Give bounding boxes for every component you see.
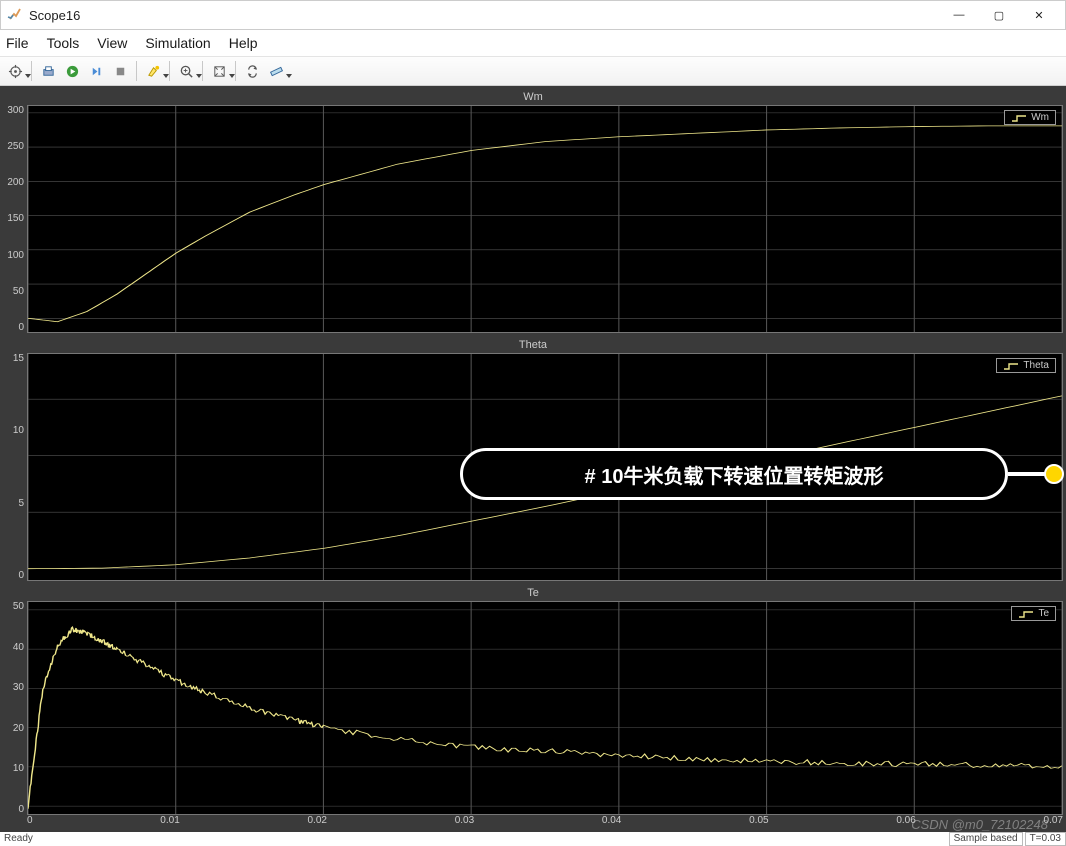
settings-button[interactable] <box>4 60 26 82</box>
sync-button[interactable] <box>241 60 263 82</box>
toolbar <box>0 56 1066 86</box>
annotation-connector <box>1008 472 1048 476</box>
annotation-bubble: # 10牛米负载下转速位置转矩波形 <box>460 448 1008 500</box>
matlab-logo-icon <box>7 7 23 23</box>
chart-title: Theta <box>3 337 1063 353</box>
status-time: T=0.03 <box>1025 832 1066 846</box>
menubar: File Tools View Simulation Help <box>0 30 1066 56</box>
axes[interactable]: Te <box>27 601 1063 815</box>
y-axis-labels: 151050 <box>3 353 27 581</box>
highlight-button[interactable] <box>142 60 164 82</box>
x-axis-labels: 00.010.020.030.040.050.060.07 <box>3 815 1063 829</box>
axes[interactable]: Wm <box>27 105 1063 333</box>
close-button[interactable]: ✕ <box>1019 1 1059 29</box>
y-axis-labels: 50403020100 <box>3 601 27 815</box>
window-title: Scope16 <box>29 8 939 23</box>
minimize-button[interactable]: — <box>939 1 979 29</box>
menu-simulation[interactable]: Simulation <box>145 35 210 51</box>
step-button[interactable] <box>85 60 107 82</box>
legend: Te <box>1011 606 1056 621</box>
run-button[interactable] <box>61 60 83 82</box>
watermark: CSDN @m0_72102248 <box>911 817 1048 832</box>
chart-panel-te: Te50403020100Te00.010.020.030.040.050.06… <box>3 585 1063 829</box>
print-button[interactable] <box>37 60 59 82</box>
legend: Theta <box>996 358 1056 373</box>
status-bar: Ready Sample based T=0.03 <box>0 831 1066 846</box>
menu-tools[interactable]: Tools <box>47 35 80 51</box>
titlebar: Scope16 — ▢ ✕ <box>0 0 1066 30</box>
menu-file[interactable]: File <box>6 35 29 51</box>
status-ready: Ready <box>0 833 947 844</box>
stop-button[interactable] <box>109 60 131 82</box>
chart-panel-wm: Wm300250200150100500Wm <box>3 89 1063 333</box>
measure-button[interactable] <box>265 60 287 82</box>
y-axis-labels: 300250200150100500 <box>3 105 27 333</box>
menu-view[interactable]: View <box>97 35 127 51</box>
chart-title: Wm <box>3 89 1063 105</box>
chart-title: Te <box>3 585 1063 601</box>
maximize-button[interactable]: ▢ <box>979 1 1019 29</box>
legend: Wm <box>1004 110 1056 125</box>
annotation-text: # 10牛米负载下转速位置转矩波形 <box>585 460 884 489</box>
autoscale-button[interactable] <box>208 60 230 82</box>
status-mode: Sample based <box>949 832 1023 846</box>
zoom-button[interactable] <box>175 60 197 82</box>
annotation-endpoint <box>1044 464 1064 484</box>
menu-help[interactable]: Help <box>229 35 258 51</box>
